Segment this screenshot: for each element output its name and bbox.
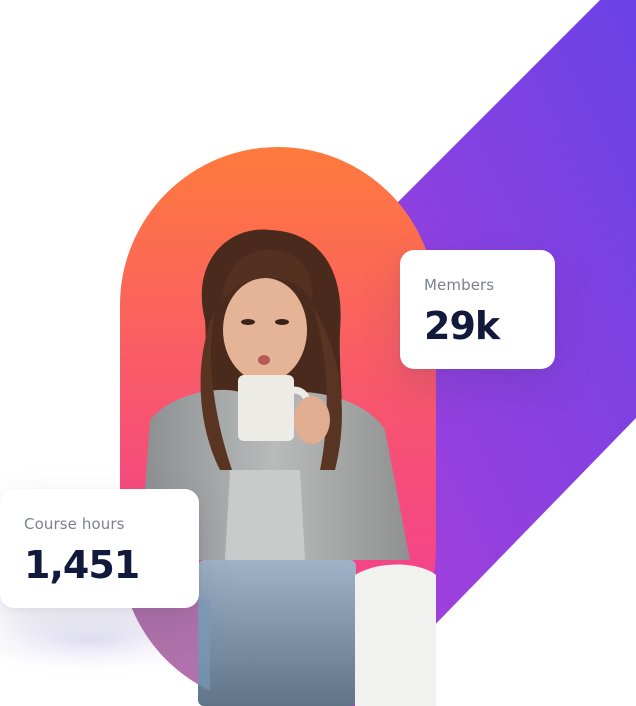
- members-label: Members: [424, 276, 495, 294]
- course-hours-stat-card: Course hours 1,451: [0, 489, 199, 608]
- course-hours-value: 1,451: [24, 543, 140, 587]
- members-stat-card: Members 29k: [400, 250, 555, 369]
- members-value: 29k: [424, 304, 500, 348]
- course-hours-label: Course hours: [24, 515, 125, 533]
- laptop: [198, 560, 356, 706]
